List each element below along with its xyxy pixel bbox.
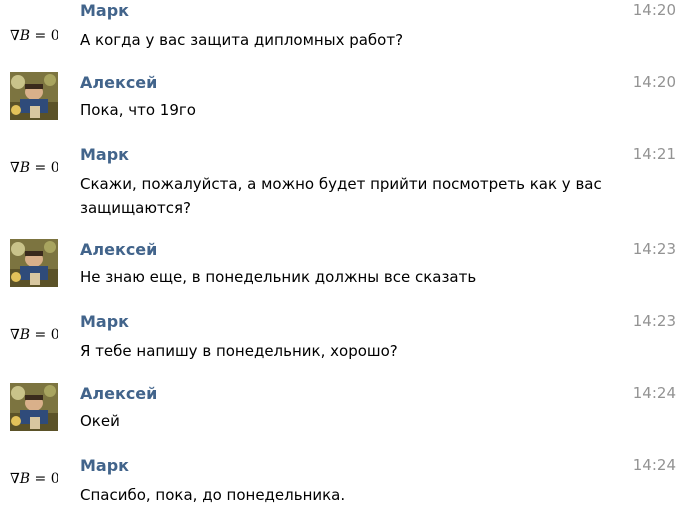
message-text: Скажи, пожалуйста, а можно будет прийти … <box>80 175 602 217</box>
message-text: А когда у вас защита дипломных работ? <box>80 31 404 49</box>
formula-avatar-icon: ∇B = 0 <box>10 327 58 343</box>
formula-avatar-icon: ∇B = 0 <box>10 160 58 176</box>
message-text: Спасибо, пока, до понедельника. <box>80 486 346 504</box>
message-timestamp: 14:23 <box>632 240 676 258</box>
chat-history: ∇B = 0 Марк 14:20 А когда у вас защита д… <box>0 0 692 518</box>
message-text: Не знаю еще, в понедельник должны все ск… <box>80 268 477 286</box>
user-photo-avatar-icon <box>10 239 58 287</box>
avatar-formula[interactable]: ∇B = 0 <box>10 12 58 60</box>
sender-name[interactable]: Марк <box>80 145 129 165</box>
user-photo-avatar-icon <box>10 72 58 120</box>
message-timestamp: 14:24 <box>632 456 676 474</box>
formula-avatar-icon: ∇B = 0 <box>10 28 58 44</box>
avatar-formula[interactable]: ∇B = 0 <box>10 144 58 192</box>
message-text: Пока, что 19го <box>80 101 196 119</box>
sender-name[interactable]: Марк <box>80 312 129 332</box>
sender-name[interactable]: Алексей <box>80 240 157 260</box>
avatar-photo[interactable] <box>10 239 58 287</box>
avatar-formula[interactable]: ∇B = 0 <box>10 311 58 359</box>
avatar-photo[interactable] <box>10 383 58 431</box>
message-text: Я тебе напишу в понедельник, хорошо? <box>80 342 398 360</box>
sender-name[interactable]: Алексей <box>80 73 157 93</box>
sender-name[interactable]: Марк <box>80 456 129 476</box>
sender-name[interactable]: Марк <box>80 1 129 21</box>
user-photo-avatar-icon <box>10 383 58 431</box>
message-timestamp: 14:20 <box>632 73 676 91</box>
message-text: Окей <box>80 412 120 430</box>
message-timestamp: 14:24 <box>632 384 676 402</box>
avatar-photo[interactable] <box>10 72 58 120</box>
message-timestamp: 14:23 <box>632 312 676 330</box>
sender-name[interactable]: Алексей <box>80 384 157 404</box>
message-timestamp: 14:21 <box>632 145 676 163</box>
message-timestamp: 14:20 <box>632 1 676 19</box>
formula-avatar-icon: ∇B = 0 <box>10 471 58 487</box>
avatar-formula[interactable]: ∇B = 0 <box>10 455 58 503</box>
